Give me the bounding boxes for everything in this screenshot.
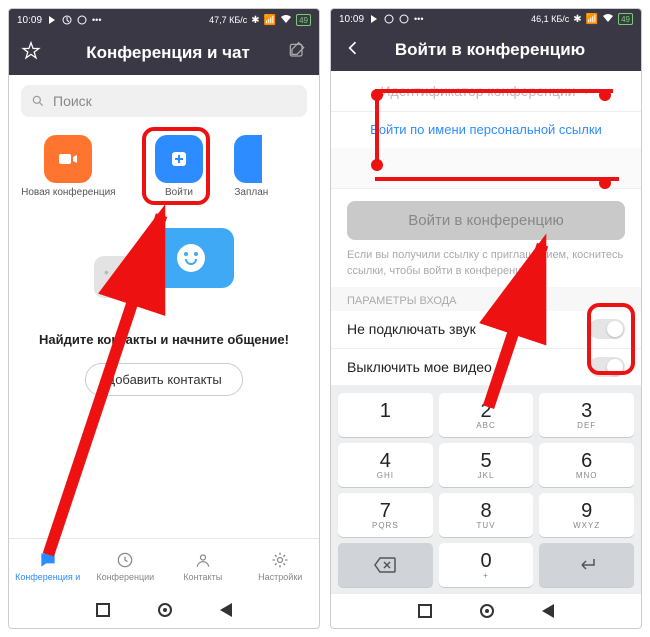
- search-icon: [31, 94, 45, 108]
- section-label: ПАРАМЕТРЫ ВХОДА: [331, 287, 641, 311]
- status-bar: 10:09 ••• 46,1 КБ/с ✱ 📶 49: [331, 9, 641, 30]
- toggle-video[interactable]: [589, 357, 625, 377]
- android-nav: [9, 592, 319, 628]
- promo-text: Найдите контакты и начните общение!: [19, 332, 309, 347]
- header-title: Конференция и чат: [49, 43, 287, 63]
- status-time: 10:09: [339, 14, 364, 25]
- tab-bar: Конференция и Конференции Контакты Настр…: [9, 538, 319, 592]
- wifi-icon: [602, 13, 614, 26]
- play-icon: [369, 14, 379, 24]
- camera-icon: [44, 135, 92, 183]
- search-placeholder: Поиск: [53, 93, 92, 109]
- key-enter[interactable]: [539, 543, 634, 587]
- key-2[interactable]: 2ABC: [439, 393, 534, 437]
- add-contacts-button[interactable]: Добавить контакты: [85, 363, 242, 396]
- tab-contacts[interactable]: Контакты: [164, 539, 242, 592]
- schedule-button[interactable]: Заплан: [234, 135, 320, 198]
- net-speed: 46,1 КБ/с: [531, 14, 569, 24]
- signal-icon: 📶: [264, 15, 276, 26]
- chat-icon: [38, 550, 58, 570]
- key-1[interactable]: 1: [338, 393, 433, 437]
- personal-link[interactable]: Войти по имени персональной ссылки: [331, 112, 641, 148]
- status-bar: 10:09 ••• 47,7 КБ/с ✱ 📶 49: [9, 9, 319, 31]
- app-header: Войти в конференцию: [331, 30, 641, 71]
- nav-back[interactable]: [220, 603, 232, 617]
- key-0[interactable]: 0+: [439, 543, 534, 587]
- search-input[interactable]: Поиск: [21, 85, 307, 117]
- toggle-audio[interactable]: [589, 319, 625, 339]
- calendar-icon: [234, 135, 262, 183]
- clock-icon: [115, 550, 135, 570]
- star-icon[interactable]: [21, 41, 41, 66]
- action-row: Новая конференция Войти Заплан: [9, 127, 319, 198]
- bluetooth-icon: ✱: [573, 14, 581, 25]
- nav-home[interactable]: [480, 604, 494, 618]
- key-7[interactable]: 7PQRS: [338, 493, 433, 537]
- nav-back[interactable]: [542, 604, 554, 618]
- net-speed: 47,7 КБ/с: [209, 15, 247, 25]
- key-5[interactable]: 5JKL: [439, 443, 534, 487]
- signal-icon: 📶: [586, 14, 598, 25]
- key-9[interactable]: 9WXYZ: [539, 493, 634, 537]
- tab-settings[interactable]: Настройки: [242, 539, 320, 592]
- key-8[interactable]: 8TUV: [439, 493, 534, 537]
- key-4[interactable]: 4GHI: [338, 443, 433, 487]
- numeric-keypad: 1 2ABC 3DEF 4GHI 5JKL 6MNO 7PQRS 8TUV 9W…: [331, 386, 641, 594]
- battery-icon: 49: [618, 13, 633, 25]
- chevron-down-icon: [580, 85, 592, 97]
- hint-text: Если вы получили ссылку с приглашением, …: [331, 248, 641, 287]
- key-6[interactable]: 6MNO: [539, 443, 634, 487]
- battery-icon: 49: [296, 14, 311, 26]
- new-meeting-button[interactable]: Новая конференция: [13, 135, 124, 198]
- yandex-icon: [62, 15, 72, 25]
- contacts-icon: [193, 550, 213, 570]
- wifi-icon: [280, 14, 292, 27]
- app-header: Конференция и чат: [9, 31, 319, 75]
- key-backspace[interactable]: [338, 543, 433, 587]
- join-button[interactable]: Войти: [124, 135, 235, 198]
- phone-right: 10:09 ••• 46,1 КБ/с ✱ 📶 49 Войти в конфе…: [330, 8, 642, 629]
- yandex-icon-2: [77, 15, 87, 25]
- status-time: 10:09: [17, 15, 42, 26]
- compose-icon[interactable]: [287, 41, 307, 66]
- option-audio: Не подключать звук: [331, 311, 641, 349]
- chat-illustration: [94, 228, 234, 308]
- join-conference-button[interactable]: Войти в конференцию: [347, 201, 625, 240]
- nav-home[interactable]: [158, 603, 172, 617]
- tab-meetings[interactable]: Конференции: [87, 539, 165, 592]
- key-3[interactable]: 3DEF: [539, 393, 634, 437]
- tab-meet-chat[interactable]: Конференция и: [9, 539, 87, 592]
- nav-recent[interactable]: [96, 603, 110, 617]
- option-video: Выключить мое видео: [331, 349, 641, 387]
- gear-icon: [270, 550, 290, 570]
- phone-left: 10:09 ••• 47,7 КБ/с ✱ 📶 49 Конференция и…: [8, 8, 320, 629]
- back-icon[interactable]: [343, 38, 363, 63]
- bluetooth-icon: ✱: [251, 15, 259, 26]
- meeting-id-input[interactable]: Идентификатор конференции: [331, 71, 641, 112]
- yandex-icon: [384, 14, 394, 24]
- nav-recent[interactable]: [418, 604, 432, 618]
- name-input[interactable]: [331, 148, 641, 189]
- play-icon: [47, 15, 57, 25]
- plus-icon: [155, 135, 203, 183]
- android-nav: [331, 594, 641, 628]
- header-title: Войти в конференцию: [371, 40, 609, 60]
- yandex-icon-2: [399, 14, 409, 24]
